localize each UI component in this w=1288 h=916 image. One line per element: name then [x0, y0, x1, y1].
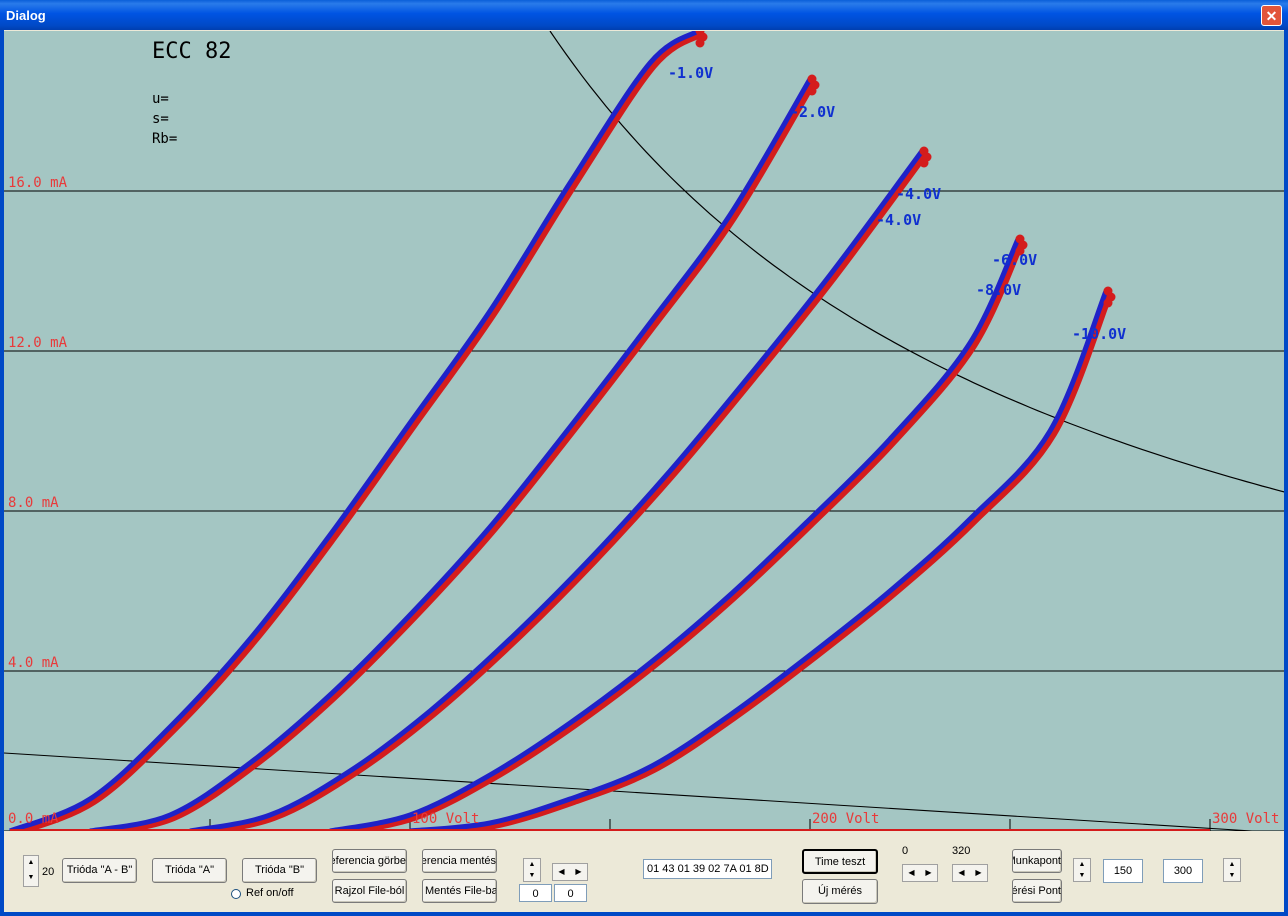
- draw-file-button[interactable]: Rajzol File-ból: [332, 879, 407, 903]
- y-label-4: 4.0 mA: [8, 655, 59, 671]
- x-label-200: 200 Volt: [812, 811, 880, 827]
- trioda-b-button[interactable]: Trióda "B": [242, 858, 317, 883]
- trioda-a-button[interactable]: Trióda "A": [152, 858, 227, 883]
- value2-spinner[interactable]: ▲ ▼: [1223, 858, 1241, 882]
- range-min-spinner[interactable]: ◀ ▶: [902, 864, 938, 882]
- curve-label-10: -10.0V: [1072, 325, 1127, 343]
- characteristic-plot: ECC 82 u= s= Rb= 16.0 mA 12.0 mA 8.0 mA …: [4, 31, 1284, 831]
- value1-spinner[interactable]: ▲ ▼: [1073, 858, 1091, 882]
- curve-label-4b: -4.0V: [876, 211, 922, 229]
- y-label-0: 0.0 mA: [8, 811, 59, 827]
- value1-field[interactable]: 150: [1103, 859, 1143, 883]
- value2-field[interactable]: 300: [1163, 859, 1203, 883]
- curve-label-8: -8.0V: [976, 281, 1022, 299]
- window-title: Dialog: [6, 8, 46, 23]
- trioda-ab-button[interactable]: Trióda "A - B": [62, 858, 137, 883]
- measure-point-button[interactable]: Mérési Pont: [1012, 879, 1062, 903]
- ref-curve-button[interactable]: Referencia görbe: [332, 849, 407, 873]
- tube-name: ECC 82: [152, 39, 232, 64]
- load-line: [4, 752, 1261, 831]
- plot-svg: [4, 31, 1284, 831]
- ref-toggle-radio[interactable]: [231, 889, 241, 899]
- y-label-8: 8.0 mA: [8, 495, 59, 511]
- series-end-dot: [919, 158, 929, 168]
- time-test-button[interactable]: Time teszt: [802, 849, 878, 874]
- offset-spinner[interactable]: ▲ ▼: [523, 858, 541, 882]
- work-point-button[interactable]: Munkapont: [1012, 849, 1062, 873]
- channel-spinner[interactable]: ▲ ▼: [23, 855, 39, 887]
- series-red-1: [93, 80, 817, 831]
- ref-toggle-label: Ref on/off: [246, 887, 294, 899]
- range-max-spinner[interactable]: ◀ ▶: [952, 864, 988, 882]
- param-u: u=: [152, 91, 169, 107]
- x-label-100: 100 Volt: [412, 811, 480, 827]
- curve-label-2: -2.0V: [790, 103, 836, 121]
- offset-h-spinner[interactable]: ◀ ▶: [552, 863, 588, 881]
- close-button[interactable]: ✕: [1261, 5, 1282, 26]
- curve-label-6a: -6.0V: [992, 251, 1038, 269]
- param-s: s=: [152, 111, 169, 127]
- field-b[interactable]: 0: [554, 884, 587, 902]
- y-label-16: 16.0 mA: [8, 175, 68, 191]
- range-min-label: 0: [902, 845, 909, 857]
- x-label-300: 300 Volt: [1212, 811, 1280, 827]
- series-red-3: [333, 240, 1025, 831]
- dissipation-curve: [549, 31, 1284, 493]
- new-measure-button[interactable]: Új mérés: [802, 879, 878, 904]
- hex-field[interactable]: 01 43 01 39 02 7A 01 8D: [643, 859, 772, 879]
- curve-label-1: -1.0V: [668, 64, 714, 82]
- series-blue-1: [89, 77, 813, 831]
- series-end-dot: [695, 38, 705, 48]
- y-label-12: 12.0 mA: [8, 335, 68, 351]
- field-a[interactable]: 0: [519, 884, 552, 902]
- curve-label-4a: -4.0V: [896, 185, 942, 203]
- series-end-dot: [1103, 298, 1113, 308]
- spin-value: 20: [42, 866, 55, 878]
- ref-save-button[interactable]: Referencia mentés: [422, 849, 497, 873]
- range-max-label: 320: [952, 845, 971, 857]
- series-end-dot: [807, 86, 817, 96]
- title-bar: Dialog ✕: [0, 0, 1288, 30]
- param-rb: Rb=: [152, 131, 178, 147]
- series-blue-3: [329, 237, 1021, 831]
- save-file-button[interactable]: Mentés File-ba: [422, 879, 497, 903]
